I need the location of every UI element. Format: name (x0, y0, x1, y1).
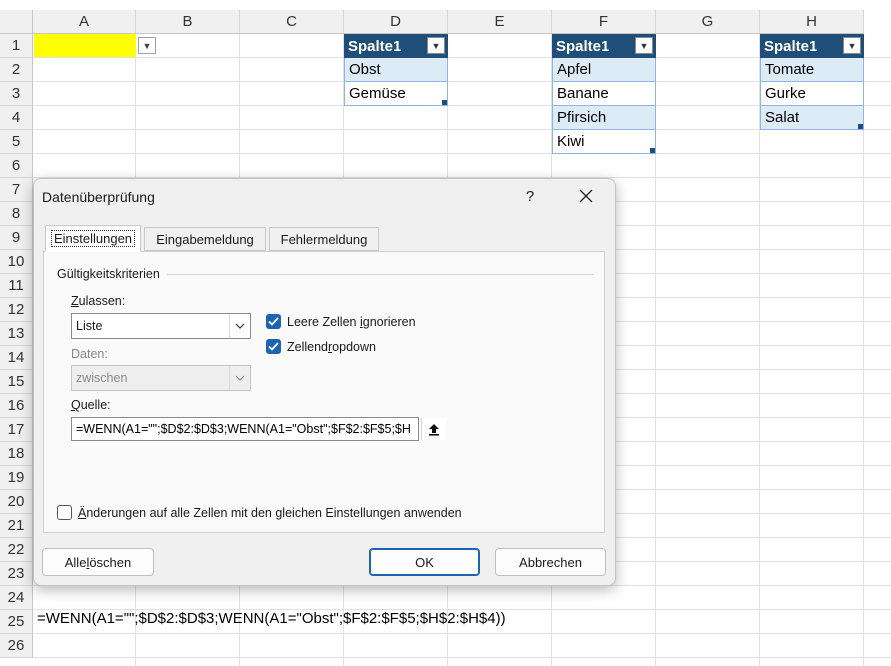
gridline (33, 153, 891, 154)
table-h-cell[interactable]: Salat (760, 106, 864, 130)
gridline (33, 657, 891, 658)
table-f-cell[interactable]: Banane (552, 82, 656, 106)
row-header[interactable]: 22 (0, 538, 33, 562)
cancel-button[interactable]: Abbrechen (495, 548, 606, 576)
tab-eingabemeldung[interactable]: Eingabemeldung (144, 227, 266, 251)
tab-label: Fehlermeldung (280, 231, 368, 247)
select-all-corner[interactable] (0, 10, 33, 34)
tab-fehlermeldung[interactable]: Fehlermeldung (269, 227, 379, 251)
row-header[interactable]: 6 (0, 154, 33, 178)
gridline (33, 633, 891, 634)
column-header[interactable]: H (760, 10, 864, 34)
row-header[interactable]: 8 (0, 202, 33, 226)
data-label: Daten: (71, 347, 108, 361)
row-header[interactable]: 21 (0, 514, 33, 538)
table-resize-handle[interactable] (442, 100, 447, 105)
row-header[interactable]: 2 (0, 58, 33, 82)
table-resize-handle[interactable] (858, 124, 863, 129)
column-header[interactable]: A (33, 10, 136, 34)
dialog-title: Datenüberprüfung (42, 189, 155, 205)
row-header[interactable]: 16 (0, 394, 33, 418)
row-header[interactable]: 23 (0, 562, 33, 586)
settings-panel: Gültigkeitskriterien Zulassen: Liste Dat… (43, 251, 605, 533)
table-f-header-label: Spalte1 (556, 37, 610, 55)
in-cell-dropdown-checkbox[interactable] (266, 339, 281, 354)
row-header[interactable]: 11 (0, 274, 33, 298)
row-header[interactable]: 10 (0, 250, 33, 274)
group-label: Gültigkeitskriterien (57, 267, 160, 281)
apply-all-checkbox[interactable] (57, 505, 72, 520)
row-header[interactable]: 18 (0, 442, 33, 466)
tab-label: Einstellungen (50, 230, 136, 247)
row-header[interactable]: 7 (0, 178, 33, 202)
filter-dropdown-icon[interactable]: ▼ (635, 37, 653, 54)
table-f-cell[interactable]: Apfel (552, 58, 656, 82)
upload-arrow-icon (429, 423, 439, 436)
row-header[interactable]: 9 (0, 226, 33, 250)
chevron-down-icon (229, 366, 250, 390)
table-h-header[interactable]: Spalte1 ▼ (760, 34, 864, 58)
tab-label: Eingabemeldung (156, 231, 254, 247)
in-cell-dropdown-label[interactable]: Zellendropdown (287, 340, 376, 354)
column-header[interactable]: B (136, 10, 240, 34)
table-f-cell[interactable]: Kiwi (552, 130, 656, 154)
table-d-header[interactable]: Spalte1 ▼ (344, 34, 448, 58)
data-validation-dialog: Datenüberprüfung ? Einstellungen Eingabe… (33, 178, 616, 586)
column-header[interactable]: D (344, 10, 448, 34)
table-h-cell[interactable]: Gurke (760, 82, 864, 106)
row-header[interactable]: 3 (0, 82, 33, 106)
cell-a1[interactable] (34, 34, 136, 57)
column-header[interactable]: F (552, 10, 656, 34)
row-header[interactable]: 19 (0, 466, 33, 490)
row-header[interactable]: 14 (0, 346, 33, 370)
tab-einstellungen[interactable]: Einstellungen (45, 225, 141, 252)
allow-select-value: Liste (76, 319, 103, 333)
allow-select[interactable]: Liste (71, 313, 251, 339)
row-header[interactable]: 24 (0, 586, 33, 610)
row-header[interactable]: 5 (0, 130, 33, 154)
row-header[interactable]: 20 (0, 490, 33, 514)
data-select: zwischen (71, 365, 251, 391)
chevron-down-icon (229, 314, 250, 338)
close-icon[interactable] (573, 183, 599, 209)
allow-label: Zulassen: (71, 294, 126, 308)
cell-dropdown-arrow-icon[interactable]: ▼ (138, 37, 156, 54)
column-header[interactable]: E (448, 10, 552, 34)
row-header[interactable]: 4 (0, 106, 33, 130)
table-d-header-label: Spalte1 (348, 37, 402, 55)
help-button[interactable]: ? (517, 183, 543, 209)
source-label: Quelle: (71, 398, 111, 412)
row-header[interactable]: 1 (0, 34, 33, 58)
source-input[interactable]: =WENN(A1="";$D$2:$D$3;WENN(A1="Obst";$F$… (71, 417, 419, 441)
row-header[interactable]: 25 (0, 610, 33, 634)
data-select-value: zwischen (76, 371, 128, 385)
ok-button[interactable]: OK (369, 548, 480, 576)
row-header[interactable]: 13 (0, 322, 33, 346)
column-header[interactable]: G (656, 10, 760, 34)
table-h-header-label: Spalte1 (764, 37, 818, 55)
group-divider (167, 274, 594, 275)
table-f-cell[interactable]: Pfirsich (552, 106, 656, 130)
filter-dropdown-icon[interactable]: ▼ (843, 37, 861, 54)
apply-all-label[interactable]: Änderungen auf alle Zellen mit den gleic… (78, 506, 462, 520)
ignore-blank-label[interactable]: Leere Zellen ignorieren (287, 315, 416, 329)
table-resize-handle[interactable] (650, 148, 655, 153)
row-header[interactable]: 12 (0, 298, 33, 322)
table-d-cell[interactable]: Gemüse (344, 82, 448, 106)
row-header[interactable]: 17 (0, 418, 33, 442)
row-header[interactable]: 15 (0, 370, 33, 394)
table-f-header[interactable]: Spalte1 ▼ (552, 34, 656, 58)
filter-dropdown-icon[interactable]: ▼ (427, 37, 445, 54)
collapse-dialog-button[interactable] (421, 418, 446, 440)
row-header[interactable]: 26 (0, 634, 33, 658)
ignore-blank-checkbox[interactable] (266, 314, 281, 329)
table-d-cell[interactable]: Obst (344, 58, 448, 82)
cell-a25-formula[interactable]: =WENN(A1="";$D$2:$D$3;WENN(A1="Obst";$F$… (37, 610, 506, 627)
table-h-cell[interactable]: Tomate (760, 58, 864, 82)
checkmark-icon (268, 317, 279, 326)
clear-all-button[interactable]: Alle l öschen (42, 548, 154, 576)
column-header[interactable]: C (240, 10, 344, 34)
checkmark-icon (268, 342, 279, 351)
